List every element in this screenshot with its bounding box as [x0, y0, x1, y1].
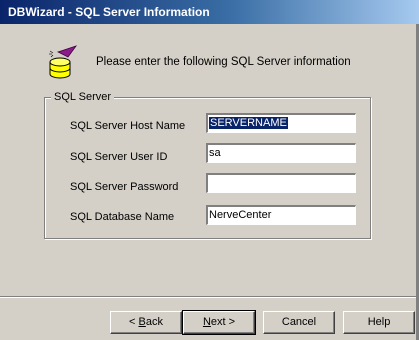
back-prefix: <	[129, 316, 139, 328]
password-field[interactable]	[206, 173, 356, 193]
database-name-label: SQL Database Name	[70, 211, 175, 223]
host-name-field[interactable]: SERVERNAME	[206, 113, 356, 133]
separator-highlight	[0, 297, 416, 298]
back-mnemonic: B	[138, 316, 146, 328]
back-label: ack	[145, 316, 163, 328]
intro-text: Please enter the following SQL Server in…	[96, 56, 351, 68]
host-name-label: SQL Server Host Name	[70, 120, 186, 132]
password-label: SQL Server Password	[70, 181, 179, 193]
help-button[interactable]: Help	[343, 311, 415, 334]
group-legend: SQL Server	[51, 91, 115, 103]
back-button[interactable]: < Back	[110, 311, 182, 334]
user-id-field[interactable]: sa	[206, 143, 356, 163]
database-wizard-icon	[49, 45, 78, 79]
window-title: DBWizard - SQL Server Information	[0, 0, 419, 24]
next-button[interactable]: Next >	[182, 310, 256, 335]
database-name-field[interactable]: NerveCenter	[206, 205, 356, 225]
cancel-button[interactable]: Cancel	[263, 311, 335, 334]
next-mnemonic: N	[202, 316, 211, 328]
next-label: ext >	[210, 316, 236, 328]
user-id-label: SQL Server User ID	[70, 151, 168, 163]
host-name-value: SERVERNAME	[209, 117, 288, 129]
